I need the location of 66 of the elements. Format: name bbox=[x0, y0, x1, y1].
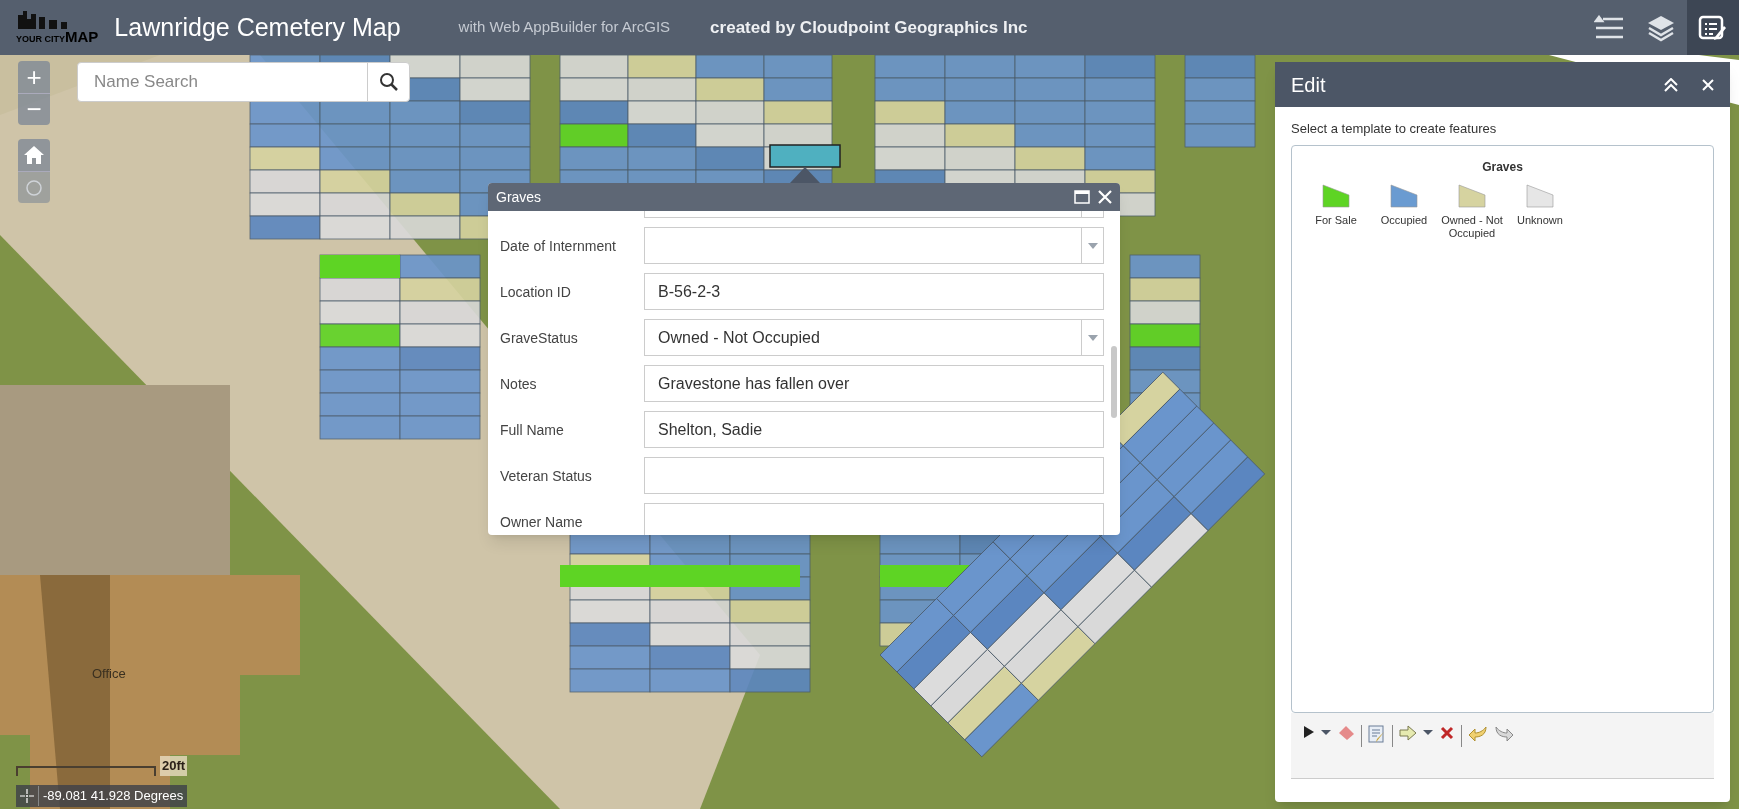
logo-text: YOUR CITY bbox=[16, 35, 65, 44]
caret-icon bbox=[1087, 334, 1098, 341]
template-label: Unknown bbox=[1517, 213, 1563, 227]
popup-title: Graves bbox=[496, 187, 542, 207]
caret-icon bbox=[1087, 242, 1098, 249]
building-label: Office bbox=[92, 665, 126, 683]
input-field[interactable] bbox=[644, 503, 1104, 535]
input-field[interactable]: Gravestone has fallen over bbox=[644, 365, 1104, 402]
edit-panel-title: Edit bbox=[1291, 72, 1326, 98]
dropdown-field[interactable] bbox=[644, 227, 1104, 264]
field-label: Notes bbox=[500, 375, 537, 392]
edit-list-icon bbox=[1698, 13, 1728, 42]
close-icon[interactable] bbox=[1702, 78, 1714, 91]
field-label: Date of Internment bbox=[500, 237, 616, 254]
header-tool-button[interactable] bbox=[1687, 0, 1739, 55]
search-field[interactable]: Name Search bbox=[77, 62, 410, 102]
logo-text: MAP bbox=[65, 29, 99, 44]
collapse-icon[interactable] bbox=[1664, 77, 1678, 92]
app-title: Lawnridge Cemetery Map bbox=[114, 11, 401, 43]
layers-icon bbox=[1646, 13, 1676, 42]
input-field[interactable] bbox=[644, 457, 1104, 494]
field-value: Owned - Not Occupied bbox=[657, 327, 821, 348]
app-subtitle: with Web AppBuilder for ArcGIS bbox=[458, 17, 671, 38]
field-label: Owner Name bbox=[500, 513, 583, 530]
maximize-icon[interactable] bbox=[1074, 190, 1090, 204]
scale-label: 20ft bbox=[160, 756, 188, 776]
home-icon bbox=[24, 146, 44, 164]
home-button[interactable] bbox=[18, 139, 50, 171]
field-value: Gravestone has fallen over bbox=[657, 373, 851, 394]
polygon-swatch-icon bbox=[1390, 183, 1418, 208]
delete-icon[interactable] bbox=[1439, 724, 1455, 741]
arrow-icon[interactable] bbox=[1399, 724, 1417, 741]
undo-icon[interactable] bbox=[1468, 724, 1488, 743]
field-label: Full Name bbox=[500, 421, 564, 438]
list-icon bbox=[1594, 14, 1624, 41]
polygon-swatch-icon bbox=[1322, 183, 1350, 208]
field-label: Location ID bbox=[500, 283, 571, 300]
redo-icon[interactable] bbox=[1494, 724, 1514, 743]
template-item[interactable]: For Sale bbox=[1304, 183, 1368, 240]
coordinates-text: -89.081 41.928 Degrees bbox=[38, 786, 184, 806]
field-label: GraveStatus bbox=[500, 329, 578, 346]
template-item[interactable]: Owned - Not Occupied bbox=[1440, 183, 1504, 240]
template-group-title: Graves bbox=[1482, 158, 1523, 176]
close-icon[interactable] bbox=[1098, 190, 1112, 204]
template-label: Occupied bbox=[1380, 213, 1428, 227]
polygon-swatch-icon bbox=[1526, 183, 1554, 208]
template-item[interactable]: Unknown bbox=[1508, 183, 1572, 240]
template-item[interactable]: Occupied bbox=[1372, 183, 1436, 240]
selected-plot[interactable] bbox=[769, 144, 841, 168]
input-field[interactable]: Shelton, Sadie bbox=[644, 411, 1104, 448]
locate-icon bbox=[24, 177, 44, 198]
dropdown-field[interactable]: Owned - Not Occupied bbox=[644, 319, 1104, 356]
search-icon bbox=[378, 72, 399, 92]
input-field[interactable]: B-56-2-3 bbox=[644, 273, 1104, 310]
field-label: Veteran Status bbox=[500, 467, 592, 484]
template-label: Owned - Not Occupied bbox=[1440, 213, 1504, 240]
instruction-text: Select a template to create features bbox=[1291, 120, 1498, 138]
polygon-swatch-icon bbox=[1458, 183, 1486, 208]
field-value: Shelton, Sadie bbox=[657, 419, 764, 440]
template-label: For Sale bbox=[1315, 213, 1357, 227]
scrollbar-thumb[interactable] bbox=[1111, 346, 1117, 418]
field-value: B-56-2-3 bbox=[657, 281, 722, 302]
app-credit: created by Cloudpoint Geographics Inc bbox=[710, 16, 1028, 39]
crosshair-icon bbox=[20, 789, 34, 803]
pointer-icon[interactable] bbox=[1303, 724, 1315, 739]
search-input[interactable]: Name Search bbox=[78, 63, 367, 101]
